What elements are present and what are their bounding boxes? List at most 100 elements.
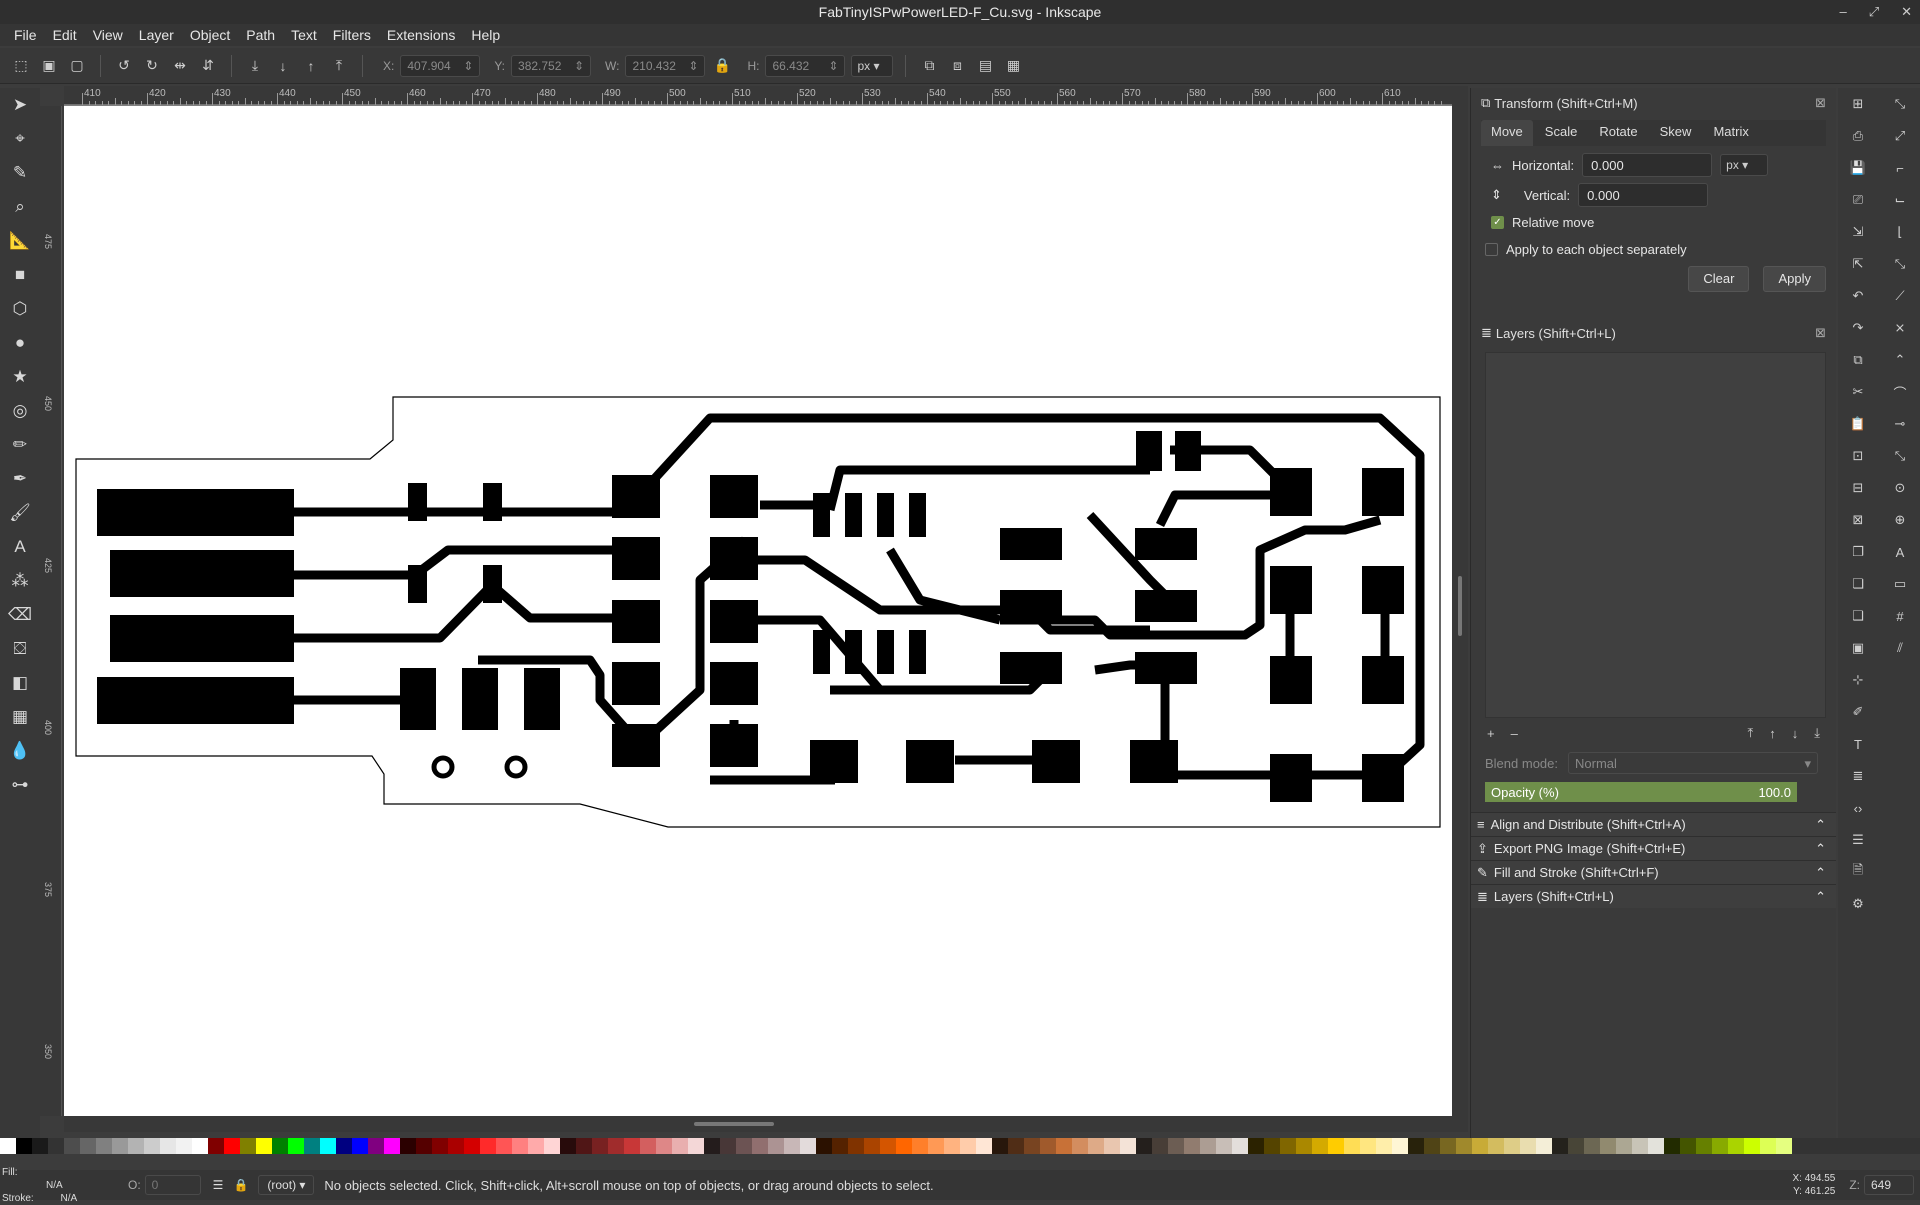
palette-swatch[interactable]	[384, 1138, 400, 1154]
palette-swatch[interactable]	[112, 1138, 128, 1154]
export-png-panel[interactable]: ⇪ Export PNG Image (Shift+Ctrl+E) ⌃	[1471, 836, 1836, 860]
layer-down-icon[interactable]: ↓	[1792, 726, 1799, 741]
palette-swatch[interactable]	[1248, 1138, 1264, 1154]
palette-swatch[interactable]	[784, 1138, 800, 1154]
tab-rotate[interactable]: Rotate	[1589, 120, 1647, 146]
menu-view[interactable]: View	[85, 27, 131, 43]
palette-swatch[interactable]	[0, 1138, 16, 1154]
spin-arrows-icon[interactable]: ⇕	[688, 59, 698, 73]
palette-swatch[interactable]	[1312, 1138, 1328, 1154]
spin-arrows-icon[interactable]: ⇕	[574, 59, 584, 73]
layers-list[interactable]	[1485, 352, 1826, 718]
palette-swatch[interactable]	[640, 1138, 656, 1154]
layer-up-icon[interactable]: ↑	[1769, 726, 1776, 741]
tab-move[interactable]: Move	[1481, 120, 1533, 146]
relative-move-checkbox[interactable]: ✓	[1491, 215, 1504, 229]
transform-gradients-icon[interactable]: ▤	[974, 55, 996, 77]
palette-swatch[interactable]	[432, 1138, 448, 1154]
palette-swatch[interactable]	[880, 1138, 896, 1154]
palette-swatch[interactable]	[1168, 1138, 1184, 1154]
palette-swatch[interactable]	[16, 1138, 32, 1154]
palette-swatch[interactable]	[1088, 1138, 1104, 1154]
palette-swatch[interactable]	[1552, 1138, 1568, 1154]
cut-icon[interactable]: ✂	[1853, 376, 1864, 408]
rotate-cw-icon[interactable]: ↻	[141, 55, 163, 77]
palette-swatch[interactable]	[144, 1138, 160, 1154]
palette-swatch[interactable]	[704, 1138, 720, 1154]
duplicate-icon[interactable]: ❐	[1852, 536, 1864, 568]
palette-swatch[interactable]	[48, 1138, 64, 1154]
align-icon[interactable]: ☰	[1852, 824, 1864, 856]
palette-swatch[interactable]	[1520, 1138, 1536, 1154]
y-input[interactable]: 382.752 ⇕	[511, 54, 592, 77]
remove-layer-icon[interactable]: –	[1511, 726, 1518, 741]
scale-stroke-icon[interactable]: ⧉	[918, 55, 940, 77]
palette-swatch[interactable]	[1648, 1138, 1664, 1154]
menu-object[interactable]: Object	[182, 27, 238, 43]
palette-swatch[interactable]	[1456, 1138, 1472, 1154]
palette-swatch[interactable]	[736, 1138, 752, 1154]
mesh-tool-icon[interactable]: ▦	[0, 700, 40, 734]
palette-swatch[interactable]	[608, 1138, 624, 1154]
snap-page-icon[interactable]: ▭	[1894, 568, 1906, 600]
text-font-icon[interactable]: T	[1854, 728, 1862, 760]
palette-swatch[interactable]	[1184, 1138, 1200, 1154]
palette-swatch[interactable]	[1536, 1138, 1552, 1154]
gradient-tool-icon[interactable]: ◧	[0, 666, 40, 700]
menu-text[interactable]: Text	[283, 27, 325, 43]
pen-tool-icon[interactable]: ✒	[0, 462, 40, 496]
color-palette[interactable]	[0, 1138, 1920, 1154]
snap-guide-icon[interactable]: ⫽	[1897, 632, 1903, 664]
print-icon[interactable]: ⎚	[1853, 184, 1863, 216]
snap-others-icon[interactable]: ⤡	[1895, 440, 1905, 472]
xml-editor-icon[interactable]: ‹›	[1854, 792, 1863, 824]
select-all-layers-icon[interactable]: ▣	[38, 55, 60, 77]
zoom-page-icon[interactable]: ⊠	[1853, 504, 1864, 536]
snap-center-icon[interactable]: ⊙	[1895, 472, 1906, 504]
open-icon[interactable]: ⎙	[1853, 120, 1863, 152]
rotate-ccw-icon[interactable]: ↺	[113, 55, 135, 77]
deselect-icon[interactable]: ▢	[66, 55, 88, 77]
palette-swatch[interactable]	[1408, 1138, 1424, 1154]
unlink-clone-icon[interactable]: ❑	[1852, 600, 1864, 632]
palette-swatch[interactable]	[128, 1138, 144, 1154]
palette-swatch[interactable]	[1008, 1138, 1024, 1154]
palette-swatch[interactable]	[1744, 1138, 1760, 1154]
palette-swatch[interactable]	[496, 1138, 512, 1154]
palette-swatch[interactable]	[416, 1138, 432, 1154]
export-icon[interactable]: ⇱	[1853, 248, 1864, 280]
zoom-drawing-icon[interactable]: ⊟	[1853, 472, 1864, 504]
horizontal-input[interactable]: 0.000	[1582, 153, 1713, 177]
palette-swatch[interactable]	[240, 1138, 256, 1154]
palette-swatch[interactable]	[1488, 1138, 1504, 1154]
palette-swatch[interactable]	[256, 1138, 272, 1154]
transform-patterns-icon[interactable]: ▦	[1002, 55, 1024, 77]
palette-swatch[interactable]	[912, 1138, 928, 1154]
minimize-icon[interactable]: –	[1839, 0, 1846, 24]
palette-swatch[interactable]	[1424, 1138, 1440, 1154]
palette-swatch[interactable]	[1296, 1138, 1312, 1154]
layer-menu-icon[interactable]: ☰	[213, 1178, 224, 1192]
snap-smooth-icon[interactable]: ⌒	[1893, 376, 1906, 408]
snap-bbox-midpoint-icon[interactable]: ⌊	[1897, 216, 1902, 248]
snap-intersection-icon[interactable]: ⨯	[1895, 312, 1906, 344]
palette-swatch[interactable]	[1024, 1138, 1040, 1154]
tab-matrix[interactable]: Matrix	[1703, 120, 1758, 146]
snap-path-icon[interactable]: ⟋	[1895, 280, 1904, 312]
snap-bbox-icon[interactable]: ⤢	[1895, 120, 1905, 152]
bucket-tool-icon[interactable]: ⛋	[0, 632, 40, 666]
opacity-status-input[interactable]: 0	[144, 1175, 201, 1195]
snap-bbox-corner-icon[interactable]: ⌙	[1895, 184, 1906, 216]
lower-to-bottom-icon[interactable]: ⤓	[244, 55, 266, 77]
maximize-icon[interactable]: ⤢	[1869, 0, 1879, 24]
node-tool-icon[interactable]: ⌖	[0, 122, 40, 156]
palette-swatch[interactable]	[848, 1138, 864, 1154]
flip-horizontal-icon[interactable]: ⇹	[169, 55, 191, 77]
palette-swatch[interactable]	[288, 1138, 304, 1154]
import-icon[interactable]: ⇲	[1853, 216, 1864, 248]
palette-swatch[interactable]	[96, 1138, 112, 1154]
palette-swatch[interactable]	[832, 1138, 848, 1154]
new-document-icon[interactable]: ⊞	[1853, 88, 1864, 120]
tab-scale[interactable]: Scale	[1535, 120, 1588, 146]
palette-swatch[interactable]	[352, 1138, 368, 1154]
